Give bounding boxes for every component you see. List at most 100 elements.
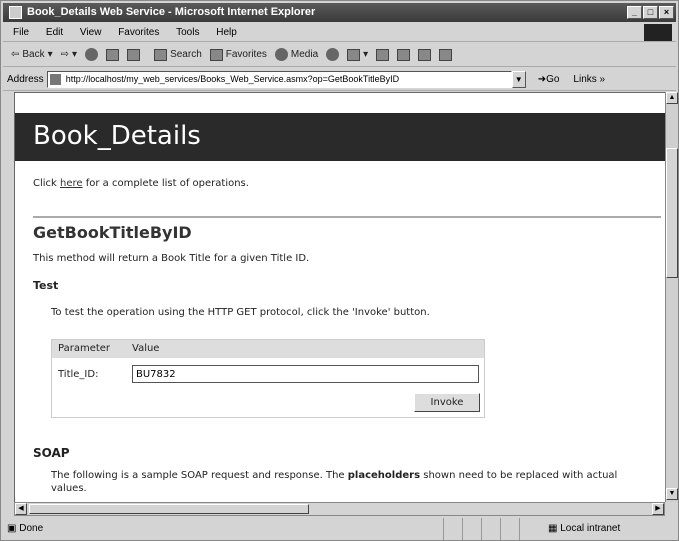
status-main: ▣ Done — [3, 518, 443, 540]
vertical-scroll-thumb[interactable] — [666, 148, 678, 278]
invoke-form: Parameter Value Title_ID: Invoke — [51, 339, 485, 418]
address-label: Address — [7, 73, 44, 85]
chevron-down-icon: ▾ — [47, 48, 53, 60]
page-done-icon: ▣ — [7, 523, 20, 534]
links-button[interactable]: Links » — [573, 74, 605, 85]
maximize-button[interactable]: □ — [643, 6, 658, 19]
status-cell — [481, 518, 500, 540]
forward-arrow-icon: ⇨ — [60, 48, 70, 60]
stop-button[interactable] — [85, 48, 99, 61]
col-value: Value — [132, 343, 160, 354]
history-button[interactable] — [326, 48, 340, 61]
edit-icon — [397, 48, 411, 61]
media-button[interactable]: Media — [274, 43, 319, 67]
soap-desc-before: The following is a sample SOAP request a… — [51, 470, 348, 481]
messenger-icon — [439, 48, 453, 61]
operation-description: This method will return a Book Title for… — [33, 253, 310, 264]
menu-view[interactable]: View — [80, 27, 102, 38]
chevron-down-icon: ▾ — [72, 48, 78, 60]
favorites-button[interactable]: Favorites — [209, 43, 267, 67]
search-label: Search — [170, 48, 202, 60]
status-bar: ▣ Done ▦ Local intranet — [3, 518, 676, 540]
divider — [33, 216, 661, 218]
address-bar: Address http://localhost/my_web_services… — [3, 68, 676, 91]
address-dropdown-button[interactable]: ▼ — [511, 70, 526, 88]
go-button[interactable]: ➜Go — [538, 74, 560, 85]
discuss-button[interactable] — [418, 48, 432, 61]
refresh-icon — [106, 48, 120, 61]
menu-edit[interactable]: Edit — [46, 27, 63, 38]
go-arrow-icon: ➜ — [537, 73, 547, 85]
menu-file[interactable]: File — [13, 27, 29, 38]
back-label: Back — [22, 48, 45, 60]
forward-button[interactable]: ⇨ ▾ — [61, 43, 77, 67]
horizontal-scrollbar[interactable]: ◀ ▶ — [14, 502, 665, 516]
search-icon — [154, 48, 168, 61]
horizontal-scroll-thumb[interactable] — [29, 504, 309, 514]
page-title: Book_Details — [33, 121, 201, 151]
print-icon — [376, 48, 390, 61]
print-button[interactable] — [376, 48, 390, 61]
status-text: Done — [19, 523, 44, 534]
title-bar: Book_Details Web Service - Microsoft Int… — [3, 3, 676, 22]
intranet-icon: ▦ — [548, 523, 561, 534]
invoke-button[interactable]: Invoke — [414, 393, 480, 412]
zone-label: Local intranet — [560, 523, 621, 534]
arrow-left-icon: ◀ — [18, 505, 24, 512]
chevron-down-icon: ▼ — [514, 74, 523, 84]
intro-before: Click — [33, 178, 61, 189]
refresh-button[interactable] — [106, 48, 120, 61]
operations-link[interactable]: here — [60, 178, 83, 189]
soap-desc-bold: placeholders — [347, 470, 421, 481]
ie-icon — [9, 6, 22, 19]
edit-button[interactable] — [397, 48, 411, 61]
mail-button[interactable]: ▾ — [347, 43, 368, 67]
form-header-row: Parameter Value — [52, 340, 484, 358]
close-button[interactable]: × — [659, 6, 674, 19]
window-title: Book_Details Web Service - Microsoft Int… — [27, 6, 316, 18]
home-icon — [127, 48, 141, 61]
toolbar: ⇦ Back ▾ ⇨ ▾ Search Favorites Media ▾ — [3, 43, 676, 67]
status-cell — [462, 518, 481, 540]
status-zone: ▦ Local intranet — [519, 518, 654, 540]
title-id-label: Title_ID: — [58, 369, 99, 380]
title-id-input[interactable] — [132, 365, 479, 383]
test-heading: Test — [33, 279, 59, 292]
search-button[interactable]: Search — [154, 43, 202, 67]
links-label: Links — [573, 73, 597, 85]
status-cell — [443, 518, 462, 540]
arrow-right-icon: ▶ — [655, 505, 661, 512]
intro-after: for a complete list of operations. — [82, 178, 249, 189]
address-input[interactable]: http://localhost/my_web_services/Books_W… — [46, 70, 512, 88]
menu-favorites[interactable]: Favorites — [118, 27, 159, 38]
intro-text: Click here for a complete list of operat… — [33, 178, 249, 189]
soap-description: The following is a sample SOAP request a… — [51, 469, 651, 495]
media-label: Media — [290, 48, 319, 60]
scroll-right-button[interactable]: ▶ — [652, 503, 664, 515]
home-button[interactable] — [127, 48, 141, 61]
scroll-down-button[interactable]: ▼ — [666, 488, 678, 500]
back-button[interactable]: ⇦ Back ▾ — [11, 43, 53, 67]
minimize-button[interactable]: _ — [627, 6, 642, 19]
favorites-icon — [209, 48, 223, 61]
discuss-icon — [418, 48, 432, 61]
address-url: http://localhost/my_web_services/Books_W… — [65, 73, 400, 84]
media-icon — [274, 48, 288, 61]
operation-name: GetBookTitleByID — [33, 223, 192, 242]
scroll-left-button[interactable]: ◀ — [15, 503, 27, 515]
window-controls: _ □ × — [627, 6, 674, 19]
menu-bar: File Edit View Favorites Tools Help — [3, 23, 676, 42]
menu-tools[interactable]: Tools — [176, 27, 199, 38]
page-viewport: Book_Details Click here for a complete l… — [14, 92, 665, 504]
arrow-down-icon: ▼ — [668, 490, 676, 497]
messenger-button[interactable] — [439, 48, 453, 61]
chevron-down-icon: ▾ — [363, 48, 369, 60]
mail-icon — [347, 48, 361, 61]
vertical-scrollbar[interactable]: ▲ ▼ — [665, 92, 678, 502]
stop-icon — [85, 48, 99, 61]
col-parameter: Parameter — [58, 343, 111, 354]
arrow-up-icon: ▲ — [668, 94, 676, 101]
menu-help[interactable]: Help — [216, 27, 237, 38]
scroll-up-button[interactable]: ▲ — [666, 92, 678, 104]
test-description: To test the operation using the HTTP GET… — [51, 307, 430, 318]
